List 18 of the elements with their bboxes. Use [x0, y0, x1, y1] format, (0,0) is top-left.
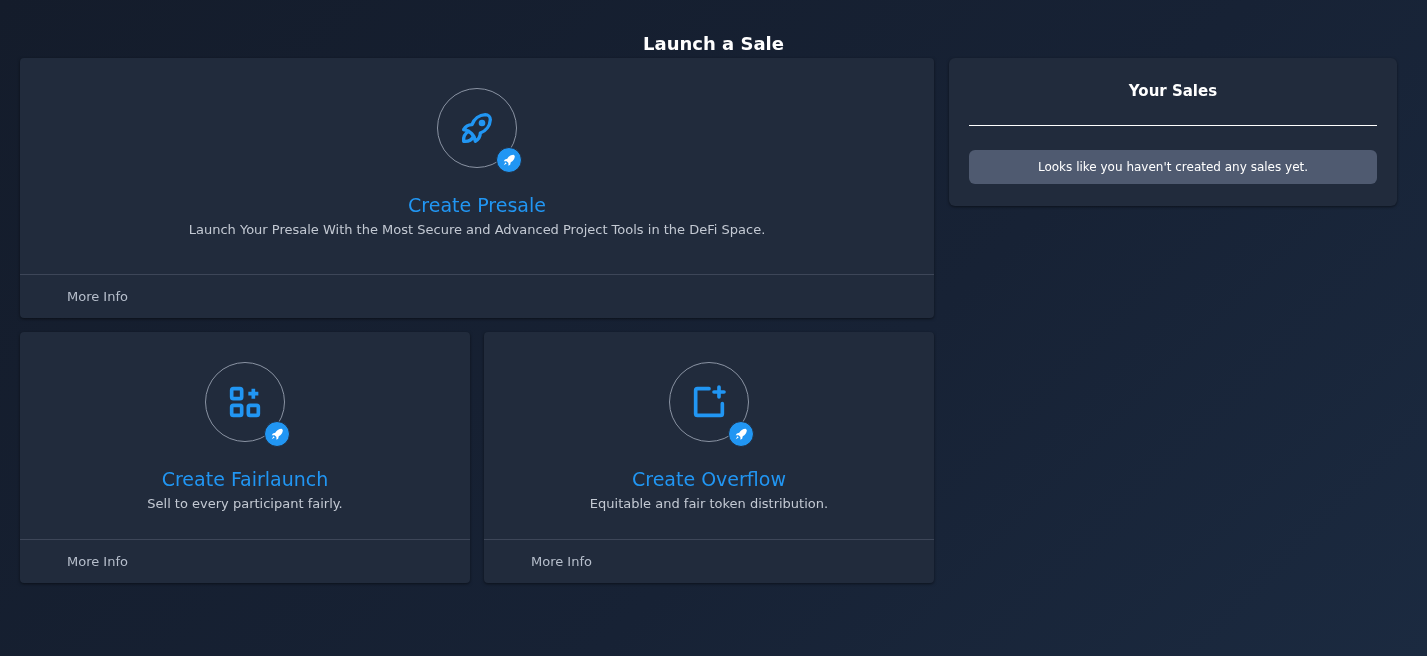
card-description: Launch Your Presale With the Most Secure and Advanced Project Tools in the DeFi Space. — [188, 222, 766, 237]
launch-card[interactable]: Create Presale Launch Your Presale With the Most Secure and Advanced Project Tools in the DeFi Space. More Info — [20, 58, 934, 318]
page-title: Launch a Sale — [642, 32, 785, 56]
launch-card[interactable]: Create Overflow Equitable and fair token distribution. More Info — [484, 332, 934, 583]
more-info-link[interactable]: More Info — [531, 554, 592, 569]
more-info-link[interactable]: More Info — [67, 289, 128, 304]
card-title[interactable]: Create Fairlaunch — [161, 468, 329, 490]
card-title[interactable]: Create Presale — [408, 194, 546, 216]
rocket-badge-icon — [496, 147, 522, 173]
card-title[interactable]: Create Overflow — [632, 468, 786, 490]
card-description: Equitable and fair token distribution. — [589, 496, 829, 511]
empty-message: Looks like you haven't created any sales yet. — [969, 150, 1377, 184]
rocket-badge-icon — [728, 421, 754, 447]
more-info-link[interactable]: More Info — [67, 554, 128, 569]
rocket-badge-icon — [264, 421, 290, 447]
panel-title: Your Sales — [969, 58, 1377, 126]
card-description: Sell to every participant fairly. — [147, 496, 343, 511]
launch-card[interactable]: Create Fairlaunch Sell to every participant fairly. More Info — [20, 332, 470, 583]
